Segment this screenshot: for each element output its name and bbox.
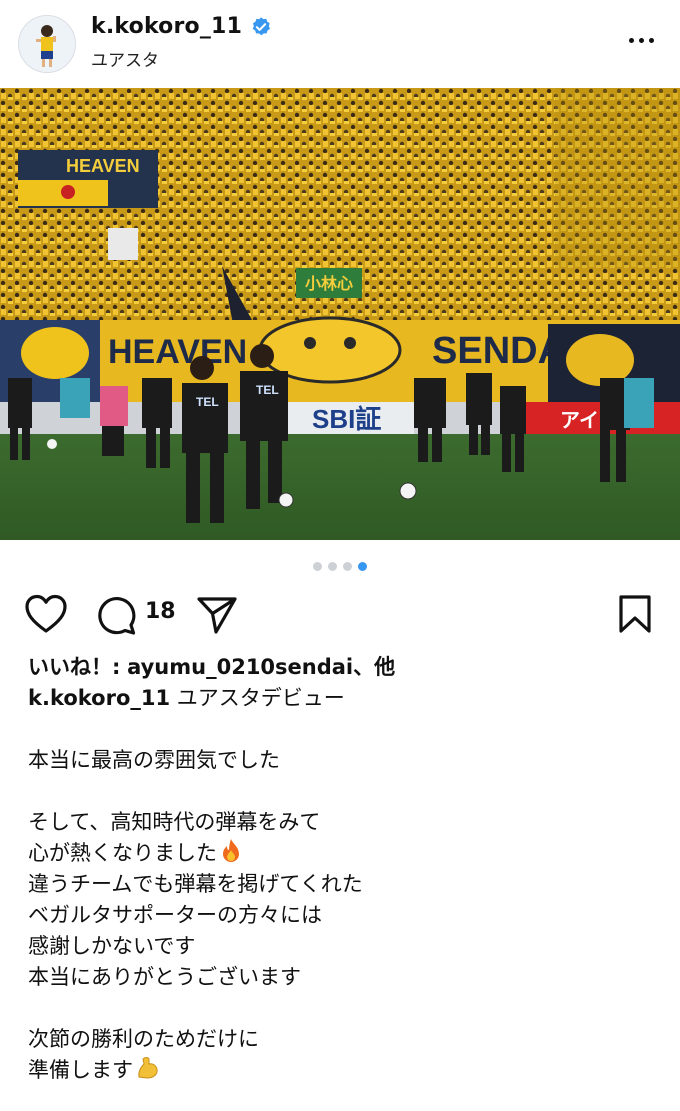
caption-title: ユアスタデビュー <box>176 686 345 710</box>
carousel-dot <box>343 562 352 571</box>
comment-bubble-icon[interactable] <box>95 594 137 636</box>
caption-username[interactable]: k.kokoro_11 <box>28 686 170 710</box>
caption-header: k.kokoro_11 ユアスタデビュー <box>28 683 658 714</box>
caption-line-with-emoji: 準備します <box>28 1055 658 1086</box>
fire-emoji-icon <box>223 839 239 862</box>
post-header: k.kokoro_11 ユアスタ <box>0 0 680 86</box>
carousel-indicator <box>0 562 680 571</box>
likes-label: いいね！: <box>28 655 121 679</box>
flexed-biceps-emoji-icon <box>138 1057 158 1079</box>
caption-line: 違うチームでも弾幕を掲げてくれた <box>28 872 363 896</box>
carousel-dot <box>313 562 322 571</box>
share-send-icon[interactable] <box>196 594 238 636</box>
shirt-text: TEL <box>256 383 279 397</box>
banner-heaven-large: HEAVEN <box>108 333 247 371</box>
comment-count[interactable]: 18 <box>145 599 176 624</box>
caption-line: 次節の勝利のためだけに <box>28 1027 259 1051</box>
banner-heaven-small: HEAVEN <box>66 156 140 176</box>
shirt-text: TEL <box>196 395 219 409</box>
caption-line: 本当に最高の雰囲気でした <box>28 748 280 772</box>
more-options-button[interactable] <box>624 30 658 50</box>
post-text: いいね！: ayumu_0210sendai、他 k.kokoro_11 ユアス… <box>28 652 658 1086</box>
likes-line: いいね！: ayumu_0210sendai、他 <box>28 652 658 683</box>
flag-name: 小林心 <box>305 274 353 293</box>
avatar[interactable] <box>18 15 76 73</box>
like-heart-icon[interactable] <box>24 594 68 634</box>
username-text[interactable]: k.kokoro_11 <box>91 14 242 39</box>
caption-line: ベガルタサポーターの方々には <box>28 903 322 927</box>
bookmark-save-icon[interactable] <box>618 594 652 634</box>
caption-text: 心が熱くなりました <box>28 841 217 865</box>
caption-line: 感謝しかないです <box>28 934 196 958</box>
sponsor-sbi: SBI証 <box>312 404 381 434</box>
dot-icon <box>648 37 654 43</box>
caption-line-with-emoji: 心が熱くなりました <box>28 838 658 869</box>
caption-line: 本当にありがとうございます <box>28 965 301 989</box>
dot-icon <box>628 37 634 43</box>
carousel-dot-active <box>358 562 367 571</box>
post-photo[interactable]: HEAVEN 小林心 HEAVEN SENDAI SBI証 アイリ TEL TE… <box>0 88 680 540</box>
verified-badge-icon <box>252 16 271 35</box>
carousel-dot <box>328 562 337 571</box>
location-label[interactable]: ユアスタ <box>91 46 159 71</box>
action-bar: 18 <box>0 594 680 636</box>
username[interactable]: k.kokoro_11 <box>91 14 272 39</box>
caption-line: そして、高知時代の弾幕をみて <box>28 810 321 834</box>
dot-icon <box>638 37 644 43</box>
caption-text: 準備します <box>28 1058 133 1082</box>
likes-suffix[interactable]: 、他 <box>353 655 395 679</box>
likes-user-link[interactable]: ayumu_0210sendai <box>127 655 353 679</box>
